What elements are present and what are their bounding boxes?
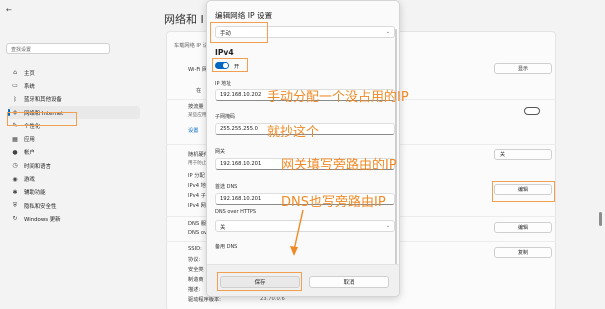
sidebar-item-label: 应用 bbox=[24, 137, 35, 144]
sidebar-item-home[interactable]: ⌂ 主页 bbox=[8, 66, 140, 79]
page-title: 网络和 I bbox=[164, 13, 204, 26]
ipv4-gateway-label: IPv4 网 bbox=[188, 203, 206, 209]
cancel-button[interactable]: 取消 bbox=[309, 276, 389, 288]
manufacturer-label: 制造商 bbox=[188, 277, 204, 283]
preferred-dns-label: 首选 DNS bbox=[215, 184, 238, 190]
mode-highlight-box bbox=[210, 22, 268, 43]
chevron-down-icon: ⌄ bbox=[385, 29, 390, 35]
sidebar-item-accessibility[interactable]: ✱ 辅助功能 bbox=[8, 186, 140, 199]
sidebar-item-label: 系统 bbox=[24, 83, 35, 90]
set-link[interactable]: 设置 bbox=[188, 127, 198, 134]
sidebar-item-system[interactable]: ▭ 系统 bbox=[8, 79, 140, 92]
sidebar-item-apps[interactable]: ▦ 应用 bbox=[8, 132, 140, 145]
sidebar-item-label: 辅助功能 bbox=[24, 190, 46, 197]
alternate-dns-label: 备用 DNS bbox=[215, 244, 238, 250]
dns-server-label: DNS 服 bbox=[188, 221, 207, 227]
save-highlight-box bbox=[217, 272, 302, 291]
window-scrollbar[interactable] bbox=[599, 212, 602, 226]
show-button[interactable]: 显示 bbox=[494, 63, 552, 74]
security-label: 安全类 bbox=[188, 267, 204, 273]
annotation-gateway: 网关填写旁路由的IP bbox=[281, 158, 397, 173]
sidebar-item-label: 隐私和安全性 bbox=[24, 203, 57, 210]
edit-highlight-box bbox=[492, 181, 555, 202]
ipv4-address-label: IPv4 地 bbox=[188, 183, 206, 189]
annotation-mask: 就抄这个 bbox=[267, 125, 320, 140]
random-hw-value: 关 bbox=[500, 152, 506, 158]
search-input[interactable]: 查找设置 bbox=[6, 43, 110, 54]
sidebar-nav: ⌂ 主页 ▭ 系统 ᛒ 蓝牙和其他设备 ◈ 网络和 Internet ✎ 个性化 ▦ 应用 … bbox=[8, 66, 140, 226]
sidebar-item-label: 帐户 bbox=[24, 150, 35, 157]
dns-over-https-label: DNS over HTTPS bbox=[215, 209, 257, 215]
sidebar-item-privacy[interactable]: ⛨ 隐私和安全性 bbox=[8, 199, 140, 212]
ip-address-label: IP 地址 bbox=[215, 81, 232, 87]
accessibility-icon: ✱ bbox=[12, 188, 18, 196]
home-icon: ⌂ bbox=[13, 69, 17, 77]
dialog-footer: 保存 取消 bbox=[207, 264, 399, 296]
metered-toggle[interactable] bbox=[524, 107, 540, 115]
metered-sub: 某些应用 bbox=[188, 113, 207, 118]
metered-label: 按流量 bbox=[188, 104, 204, 110]
checkbox-label: 在 bbox=[196, 88, 202, 94]
wifi-label: Wi-Fi 网 bbox=[188, 67, 208, 73]
privacy-icon: ⛨ bbox=[12, 201, 18, 209]
copy-button[interactable]: 复制 bbox=[494, 247, 552, 258]
annotation-arrow bbox=[290, 209, 304, 256]
sidebar-item-gaming[interactable]: ◉ 游戏 bbox=[8, 172, 140, 185]
ipv4-mask-label: IPv4 子 bbox=[188, 193, 206, 199]
protocol-label: 协议: bbox=[188, 257, 201, 263]
description-label: 描述: bbox=[188, 287, 201, 293]
sidebar-item-windows-update[interactable]: ↻ Windows 更新 bbox=[8, 212, 140, 225]
dialog-scrollbar[interactable] bbox=[395, 29, 397, 269]
subnet-mask-label: 子网掩码 bbox=[215, 114, 236, 120]
time-language-icon: ◷ bbox=[12, 162, 18, 170]
sidebar-item-label: 时间和语言 bbox=[24, 163, 51, 170]
dns-over-https-value: 关 bbox=[220, 225, 226, 231]
sidebar-item-bluetooth[interactable]: ᛒ 蓝牙和其他设备 bbox=[8, 93, 140, 106]
sidebar-item-time-language[interactable]: ◷ 时间和语言 bbox=[8, 159, 140, 172]
sidebar-item-label: 游戏 bbox=[24, 177, 35, 184]
random-hw-select[interactable]: 关 bbox=[494, 149, 552, 160]
ssid-label: SSID: bbox=[188, 246, 202, 252]
apps-icon: ▦ bbox=[12, 135, 18, 143]
dns-edit-button[interactable]: 编辑 bbox=[494, 222, 552, 233]
sidebar-item-label: Windows 更新 bbox=[24, 216, 61, 223]
system-icon: ▭ bbox=[12, 82, 18, 90]
ip-assign-label: IP 分配 bbox=[188, 173, 205, 179]
chevron-down-icon: ⌄ bbox=[385, 223, 390, 229]
sidebar-item-accounts[interactable]: ● 帐户 bbox=[8, 146, 140, 159]
ipv4-heading: IPv4 bbox=[215, 48, 234, 57]
toggle-highlight-box bbox=[212, 58, 248, 72]
random-hw-sub: 用于防止 bbox=[188, 161, 207, 166]
bluetooth-icon: ᛒ bbox=[13, 95, 17, 103]
annotation-ip: 手动分配一个没占用的IP bbox=[267, 90, 409, 105]
network-highlight-box bbox=[7, 112, 77, 126]
gateway-label: 网关 bbox=[215, 149, 226, 155]
driver-version-label: 驱动程序版本: bbox=[188, 297, 221, 303]
sidebar: ← 查找设置 ⌂ 主页 ▭ 系统 ᛒ 蓝牙和其他设备 ◈ 网络和 Internet ✎ 个… bbox=[0, 0, 150, 309]
accounts-icon: ● bbox=[12, 148, 18, 156]
gaming-icon: ◉ bbox=[12, 175, 18, 183]
dialog-title: 编辑网络 IP 设置 bbox=[215, 11, 273, 20]
back-button[interactable]: ← bbox=[6, 6, 12, 14]
windows-update-icon: ↻ bbox=[12, 215, 18, 223]
sidebar-item-label: 主页 bbox=[24, 70, 35, 77]
sidebar-item-label: 蓝牙和其他设备 bbox=[24, 97, 62, 104]
